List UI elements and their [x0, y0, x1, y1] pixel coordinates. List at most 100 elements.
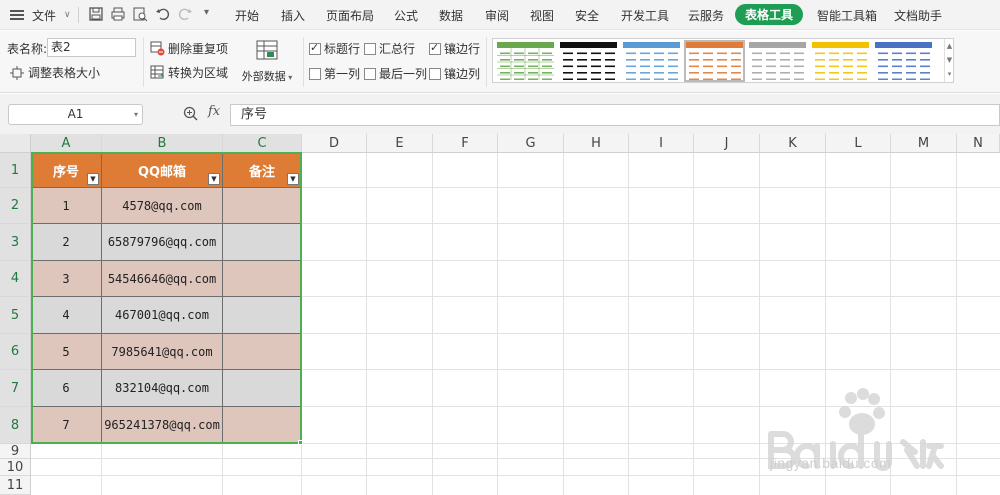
table-cell[interactable] [223, 224, 302, 261]
column-header-d[interactable]: D [302, 134, 367, 153]
option-header-row[interactable]: 标题行 [309, 40, 360, 57]
first-column-checkbox[interactable] [309, 67, 321, 80]
tab-view[interactable]: 视图 [530, 7, 554, 24]
fill-handle[interactable] [298, 440, 303, 445]
table-cell[interactable] [223, 297, 302, 334]
option-banded-columns[interactable]: 镶边列 [429, 65, 480, 82]
table-cell[interactable]: 7985641@qq.com [102, 334, 223, 370]
column-header-i[interactable]: I [629, 134, 694, 153]
banded-columns-checkbox[interactable] [429, 67, 441, 80]
table-cell[interactable]: 2 [31, 224, 102, 261]
table-style-option[interactable] [812, 42, 869, 80]
tab-formulas[interactable]: 公式 [394, 7, 418, 24]
table-cell[interactable] [223, 188, 302, 224]
table-cell[interactable] [223, 334, 302, 370]
table-cell[interactable] [223, 370, 302, 407]
table-name-input[interactable]: 表2 [47, 38, 136, 57]
option-banded-rows[interactable]: 镶边行 [429, 40, 480, 57]
save-icon[interactable] [88, 6, 104, 22]
column-header-h[interactable]: H [564, 134, 629, 153]
header-row-checkbox[interactable] [309, 41, 321, 55]
column-header-c[interactable]: C [223, 134, 302, 153]
table-cell[interactable]: 6 [31, 370, 102, 407]
column-header-k[interactable]: K [760, 134, 826, 153]
column-header-a[interactable]: A [31, 134, 102, 153]
row-header-8[interactable]: 8 [0, 407, 31, 444]
select-all-corner[interactable] [0, 134, 31, 153]
external-data-button[interactable]: 外部数据 ▾ [238, 39, 296, 87]
column-header-n[interactable]: N [957, 134, 1000, 153]
fx-icon[interactable]: fx [208, 104, 220, 119]
table-style-option[interactable] [875, 42, 932, 80]
filter-dropdown-icon[interactable]: ▼ [287, 173, 299, 185]
tab-developer[interactable]: 开发工具 [621, 7, 669, 24]
zoom-icon[interactable] [183, 106, 199, 122]
column-header-m[interactable]: M [891, 134, 957, 153]
table-cell[interactable]: 5 [31, 334, 102, 370]
tab-table-tools[interactable]: 表格工具 [735, 4, 803, 25]
row-header-1[interactable]: 1 [0, 153, 31, 188]
row-header-4[interactable]: 4 [0, 261, 31, 297]
tab-smart-toolbox[interactable]: 智能工具箱 [817, 7, 877, 24]
total-row-checkbox[interactable] [364, 42, 376, 55]
tab-doc-assistant[interactable]: 文档助手 [894, 7, 942, 24]
resize-table-button[interactable]: 调整表格大小 [10, 64, 100, 81]
table-style-option[interactable] [684, 40, 745, 82]
filter-dropdown-icon[interactable]: ▼ [208, 173, 220, 185]
column-header-e[interactable]: E [367, 134, 433, 153]
table-cell[interactable] [223, 407, 302, 444]
row-header-7[interactable]: 7 [0, 370, 31, 407]
table-cell[interactable]: 7 [31, 407, 102, 444]
banded-rows-checkbox[interactable] [429, 41, 441, 55]
table-cell[interactable]: 965241378@qq.com [102, 407, 223, 444]
table-cell[interactable]: 4 [31, 297, 102, 334]
table-cell[interactable]: 832104@qq.com [102, 370, 223, 407]
row-header-6[interactable]: 6 [0, 334, 31, 370]
undo-icon[interactable] [155, 6, 171, 22]
gallery-scroll[interactable]: ▲ ▼ ▾ [944, 39, 954, 82]
option-total-row[interactable]: 汇总行 [364, 40, 415, 57]
tab-page-layout[interactable]: 页面布局 [326, 7, 374, 24]
row-header-9[interactable]: 9 [0, 444, 31, 459]
row-header-11[interactable]: 11 [0, 476, 31, 495]
table-header-cell[interactable]: 序号 ▼ [31, 153, 102, 188]
table-cell[interactable] [223, 261, 302, 297]
column-header-g[interactable]: G [498, 134, 564, 153]
table-cell[interactable]: 1 [31, 188, 102, 224]
column-header-j[interactable]: J [694, 134, 760, 153]
name-box[interactable]: A1 ▾ [8, 104, 143, 125]
last-column-checkbox[interactable] [364, 67, 376, 80]
tab-data[interactable]: 数据 [439, 7, 463, 24]
file-menu-button[interactable]: 文件 ∨ [10, 6, 71, 24]
print-icon[interactable] [110, 6, 126, 22]
tab-security[interactable]: 安全 [575, 7, 599, 24]
table-style-option[interactable] [623, 42, 680, 80]
column-header-l[interactable]: L [826, 134, 891, 153]
row-header-3[interactable]: 3 [0, 224, 31, 261]
table-cell[interactable]: 3 [31, 261, 102, 297]
tab-review[interactable]: 审阅 [485, 7, 509, 24]
filter-dropdown-icon[interactable]: ▼ [87, 173, 99, 185]
table-header-cell[interactable]: 备注 ▼ [223, 153, 302, 188]
remove-duplicates-button[interactable]: 删除重复项 [150, 40, 228, 57]
table-style-option[interactable] [749, 42, 806, 80]
quick-access-dropdown-icon[interactable]: ▾ [204, 7, 209, 18]
gallery-down-icon[interactable]: ▼ [945, 53, 954, 67]
table-cell[interactable]: 4578@qq.com [102, 188, 223, 224]
redo-icon[interactable] [177, 6, 193, 22]
option-first-column[interactable]: 第一列 [309, 65, 360, 82]
option-last-column[interactable]: 最后一列 [364, 65, 427, 82]
gallery-up-icon[interactable]: ▲ [945, 39, 954, 53]
row-header-5[interactable]: 5 [0, 297, 31, 334]
table-style-option[interactable] [560, 42, 617, 80]
row-header-2[interactable]: 2 [0, 188, 31, 224]
table-header-cell[interactable]: QQ邮箱 ▼ [102, 153, 223, 188]
table-cell[interactable]: 54546646@qq.com [102, 261, 223, 297]
gallery-expand-icon[interactable]: ▾ [945, 67, 954, 81]
tab-cloud[interactable]: 云服务 [688, 7, 724, 24]
column-header-b[interactable]: B [102, 134, 223, 153]
convert-to-range-button[interactable]: 转换为区域 [150, 64, 228, 81]
table-style-option[interactable] [497, 42, 554, 80]
formula-input[interactable]: 序号 [230, 104, 1000, 126]
row-header-10[interactable]: 10 [0, 459, 31, 476]
